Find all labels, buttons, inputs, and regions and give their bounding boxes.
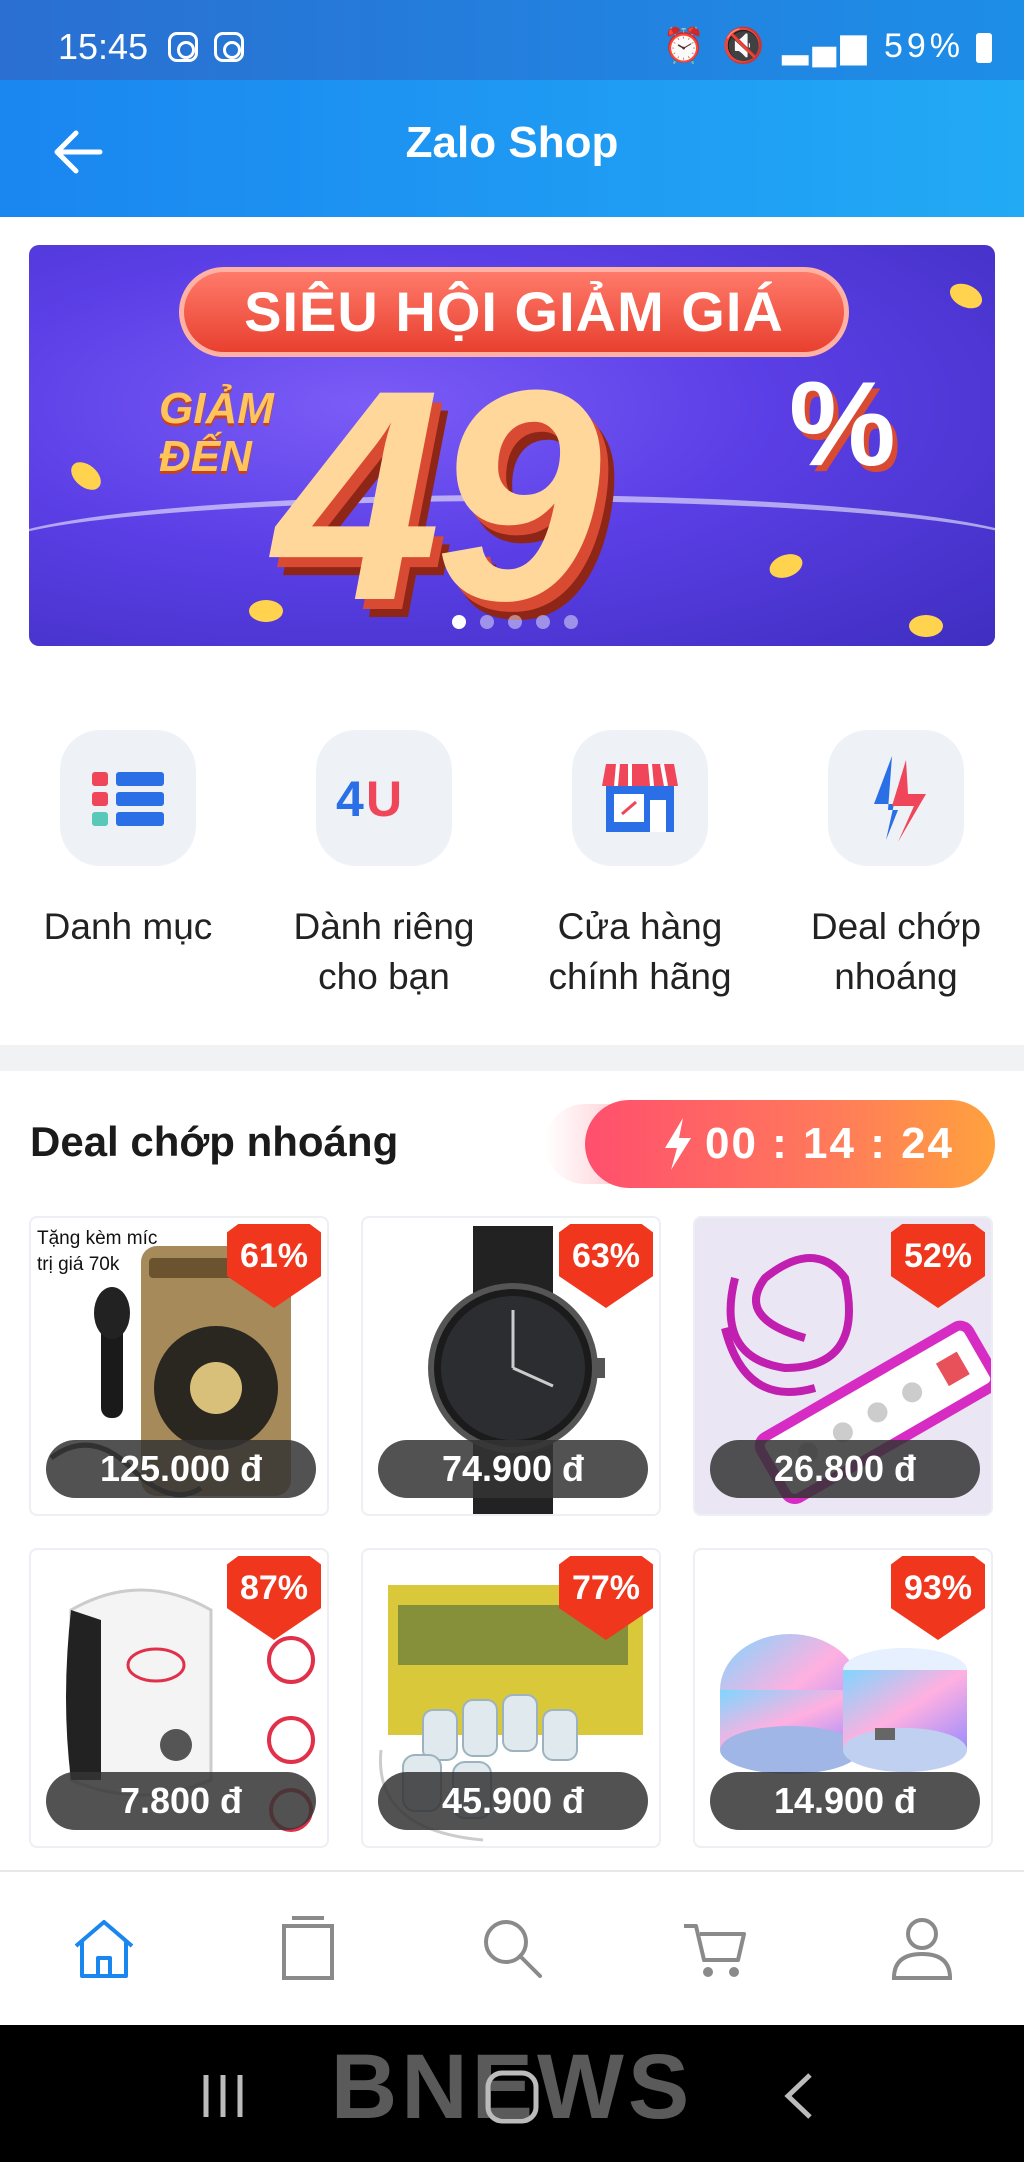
system-indicators: ⏰ 🔇 ▂▄▆ 59% — [663, 26, 965, 66]
product-card[interactable]: 93% 14.900 đ — [693, 1548, 993, 1848]
quick-item-label-line2: chính hãng — [548, 956, 732, 997]
carousel-dot[interactable] — [480, 615, 494, 629]
battery-icon — [976, 33, 992, 63]
carousel-dots — [452, 615, 578, 629]
quick-item-label-line1: Danh mục — [43, 906, 213, 947]
banner-percent: % — [789, 357, 896, 491]
quick-item-for-you[interactable]: 4 U Dành riêng cho bạn — [264, 730, 504, 1002]
countdown-timer: 00 : 14 : 24 — [545, 1100, 995, 1188]
deal-section-title: Deal chớp nhoáng — [30, 1118, 399, 1165]
product-price: 125.000 đ — [46, 1440, 316, 1498]
product-card[interactable]: 87% 7.800 đ — [29, 1548, 329, 1848]
product-promo: Tặng kèm míc trị giá 70k — [37, 1226, 157, 1278]
orders-icon[interactable] — [272, 1912, 344, 1984]
profile-icon[interactable] — [886, 1912, 958, 1984]
carousel-dot[interactable] — [536, 615, 550, 629]
product-card[interactable]: Tặng kèm míc trị giá 70k 61% 125.000 đ — [29, 1216, 329, 1516]
product-price: 7.800 đ — [46, 1772, 316, 1830]
quick-item-label: Danh mục — [8, 902, 248, 952]
home-button-icon[interactable] — [484, 2069, 540, 2125]
product-price: 74.900 đ — [378, 1440, 648, 1498]
svg-text:4: 4 — [336, 771, 364, 827]
instagram-icon — [214, 32, 244, 62]
app-bar: Zalo Shop — [0, 80, 1024, 217]
product-price: 14.900 đ — [710, 1772, 980, 1830]
quick-item-label-line1: Cửa hàng — [557, 906, 723, 947]
list-icon — [92, 772, 164, 826]
list-icon-wrapper — [60, 730, 196, 866]
product-card[interactable]: 77% 45.900 đ — [361, 1548, 661, 1848]
store-icon — [602, 763, 678, 832]
countdown-value: 00 : 14 : 24 — [585, 1100, 995, 1188]
lightning-icon-wrapper — [828, 730, 964, 866]
store-icon-wrapper — [572, 730, 708, 866]
quick-item-label-line2: cho bạn — [318, 956, 450, 997]
signal-icon: ▂▄▆ — [782, 27, 871, 65]
page-title: Zalo Shop — [405, 118, 619, 167]
bottom-nav — [0, 1870, 1024, 2025]
product-price: 26.800 đ — [710, 1440, 980, 1498]
quick-item-label: Deal chớp nhoáng — [776, 902, 1016, 1002]
carousel-dot[interactable] — [452, 615, 466, 629]
status-time: 15:45 — [58, 26, 149, 67]
banner-prefix-line1: GIẢM — [159, 384, 274, 433]
lightning-icon — [874, 756, 926, 842]
recent-apps-icon[interactable] — [198, 2071, 248, 2121]
home-icon[interactable] — [68, 1912, 140, 1984]
lightning-icon — [665, 1118, 691, 1170]
quick-item-flash-deal[interactable]: Deal chớp nhoáng — [776, 730, 1016, 1002]
search-icon[interactable] — [476, 1912, 548, 1984]
system-nav-bar: BNEWS — [0, 2025, 1024, 2162]
coin-decoration — [945, 278, 987, 314]
section-divider — [0, 1045, 1024, 1071]
product-promo-line2: trị giá 70k — [37, 1254, 120, 1275]
quick-item-label-line1: Dành riêng — [293, 906, 475, 947]
promo-banner[interactable]: SIÊU HỘI GIẢM GIÁ GIẢM ĐẾN 49 % — [29, 245, 995, 646]
coin-decoration — [909, 615, 943, 637]
instagram-icon — [168, 32, 198, 62]
carousel-dot[interactable] — [508, 615, 522, 629]
quick-menu: Danh mục 4 U Dành riêng cho bạn Cửa hàng… — [0, 730, 1024, 1000]
quick-item-label: Cửa hàng chính hãng — [520, 902, 760, 1002]
cart-icon[interactable] — [680, 1912, 752, 1984]
banner-amount: 49 — [274, 327, 602, 646]
quick-item-official-store[interactable]: Cửa hàng chính hãng — [520, 730, 760, 1002]
4u-icon-wrapper: 4 U — [316, 730, 452, 866]
battery-percent: 59% — [883, 27, 964, 65]
quick-item-label: Dành riêng cho bạn — [264, 902, 504, 1002]
4u-icon: 4 U — [336, 771, 402, 827]
quick-item-label-line1: Deal chớp — [810, 906, 982, 947]
mute-icon: 🔇 — [722, 27, 769, 65]
banner-prefix-line2: ĐẾN — [159, 432, 252, 481]
svg-text:U: U — [366, 771, 402, 827]
product-promo-line1: Tặng kèm míc — [37, 1228, 158, 1249]
carousel-dot[interactable] — [564, 615, 578, 629]
quick-item-categories[interactable]: Danh mục — [8, 730, 248, 952]
alarm-icon: ⏰ — [662, 27, 709, 65]
banner-prefix: GIẢM ĐẾN — [159, 385, 274, 481]
product-price: 45.900 đ — [378, 1772, 648, 1830]
status-bar: 15:45 ⏰ 🔇 ▂▄▆ 59% — [0, 0, 1024, 80]
product-card[interactable]: 63% 74.900 đ — [361, 1216, 661, 1516]
coin-decoration — [65, 456, 107, 496]
product-card[interactable]: 52% 26.800 đ — [693, 1216, 993, 1516]
quick-item-label-line2: nhoáng — [834, 956, 958, 997]
back-button-icon[interactable] — [778, 2071, 818, 2121]
